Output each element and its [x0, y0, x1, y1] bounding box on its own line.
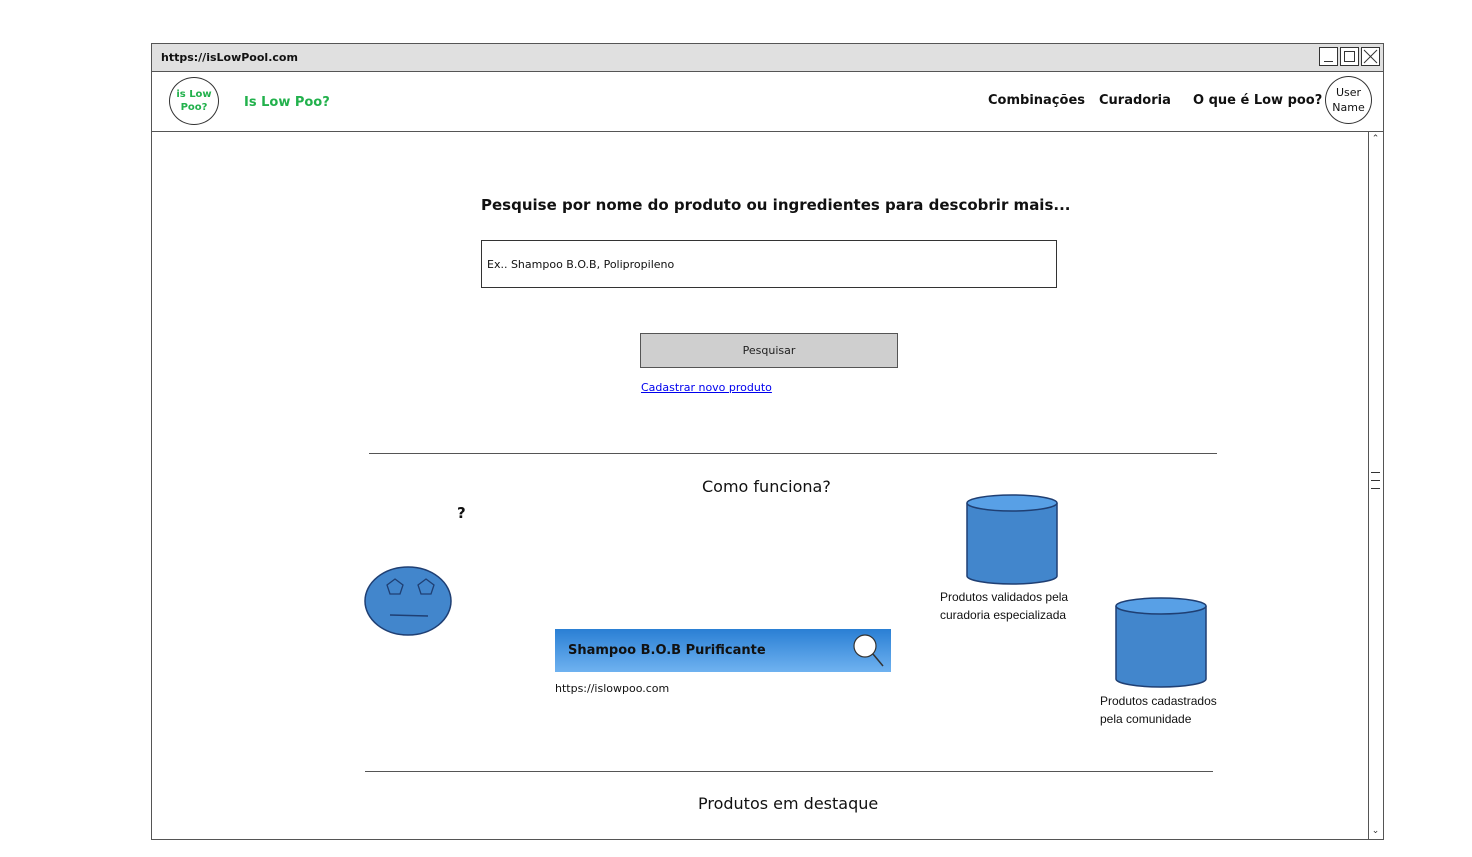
close-icon	[1363, 49, 1378, 64]
scroll-thumb[interactable]	[1369, 468, 1382, 494]
site-logo[interactable]: is Low Poo?	[169, 77, 219, 125]
vertical-scrollbar[interactable]: ⌃ ⌄	[1368, 132, 1383, 839]
curated-db-label: Produtos validados pela curadoria especi…	[940, 588, 1068, 624]
register-product-link[interactable]: Cadastrar novo produto	[641, 381, 772, 394]
result-title: Shampoo B.O.B Purificante	[568, 643, 766, 658]
how-it-works-title: Como funciona?	[702, 477, 831, 496]
maximize-button[interactable]	[1340, 47, 1359, 66]
confused-face-icon	[364, 566, 452, 636]
community-db-label-line1: Produtos cadastrados	[1100, 694, 1217, 708]
nav-link-what-is-low-poo[interactable]: O que é Low poo?	[1193, 93, 1322, 108]
search-heading: Pesquise por nome do produto ou ingredie…	[481, 196, 1071, 214]
search-icon	[853, 634, 884, 667]
nav-link-combinacoes[interactable]: Combinações	[988, 93, 1085, 108]
section-divider	[369, 453, 1217, 454]
curated-db-label-line1: Produtos validados pela	[940, 590, 1069, 604]
database-icon	[966, 494, 1058, 585]
search-button[interactable]: Pesquisar	[640, 333, 898, 368]
address-bar[interactable]: https://isLowPool.com	[161, 51, 298, 64]
curated-db-label-line2: curadoria especializada	[940, 608, 1067, 622]
question-mark: ?	[457, 504, 466, 522]
minimize-button[interactable]	[1319, 47, 1338, 66]
close-button[interactable]	[1361, 47, 1380, 66]
featured-products-title: Produtos em destaque	[698, 794, 879, 813]
user-avatar[interactable]: User Name	[1325, 76, 1372, 124]
browser-window: https://isLowPool.com is Low Poo? Is Low…	[151, 43, 1384, 840]
site-navbar: is Low Poo? Is Low Poo? Combinações Cura…	[152, 72, 1383, 132]
example-search-result: Shampoo B.O.B Purificante	[555, 629, 891, 672]
search-input[interactable]	[481, 240, 1057, 288]
brand-name[interactable]: Is Low Poo?	[244, 95, 330, 110]
database-icon	[1115, 597, 1207, 688]
browser-titlebar: https://isLowPool.com	[152, 44, 1383, 72]
section-divider	[365, 771, 1213, 772]
scroll-up-icon[interactable]: ⌃	[1369, 133, 1382, 145]
nav-link-curadoria[interactable]: Curadoria	[1099, 93, 1171, 108]
scroll-down-icon[interactable]: ⌄	[1369, 825, 1382, 837]
community-db-label: Produtos cadastrados pela comunidade	[1100, 692, 1217, 728]
result-url: https://islowpoo.com	[555, 682, 670, 695]
community-db-label-line2: pela comunidade	[1100, 712, 1192, 726]
main-content: Pesquise por nome do produto ou ingredie…	[152, 132, 1369, 839]
window-controls	[1319, 47, 1380, 66]
